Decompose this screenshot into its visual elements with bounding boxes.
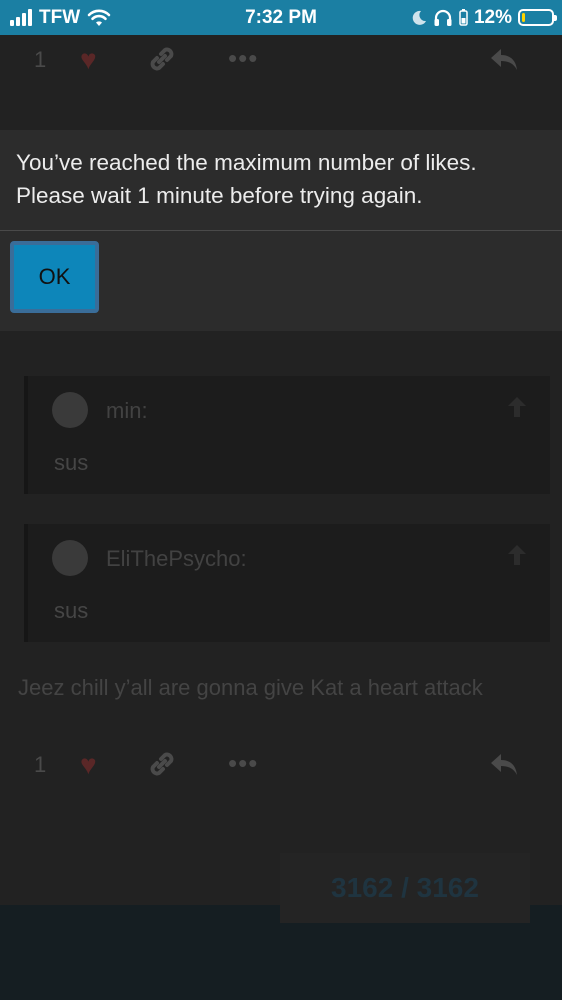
alert-dialog: You’ve reached the maximum number of lik…	[0, 130, 562, 331]
clock: 7:32 PM	[245, 6, 317, 28]
avatar[interactable]	[52, 540, 88, 576]
reply-icon[interactable]	[488, 43, 520, 75]
quote-username[interactable]: EliThePsycho:	[106, 546, 247, 572]
quote-text: sus	[54, 598, 89, 623]
more-icon[interactable]: •••	[228, 43, 258, 74]
topic-progress-label: 3162 / 3162	[331, 872, 479, 903]
quote-block: EliThePsycho: sus	[24, 524, 550, 642]
post-body: Jeez chill y’all are gonna give Kat a he…	[18, 675, 483, 700]
signal-icon	[10, 9, 32, 26]
arrow-up-icon[interactable]	[504, 394, 530, 420]
status-bar-left: TFW	[10, 0, 111, 35]
like-count: 1	[34, 752, 47, 777]
more-icon[interactable]: •••	[228, 748, 258, 779]
avatar[interactable]	[52, 392, 88, 428]
ok-button[interactable]: OK	[10, 241, 99, 313]
status-bar: TFW 7:32 PM 12%	[0, 0, 562, 35]
carrier-label: TFW	[39, 6, 81, 28]
arrow-up-icon[interactable]	[504, 542, 530, 568]
battery-percent: 12%	[473, 6, 512, 28]
quote-block: min: sus	[24, 376, 550, 494]
reply-icon[interactable]	[488, 748, 520, 780]
heart-icon[interactable]: ♥	[80, 45, 97, 75]
dialog-divider	[0, 230, 562, 231]
quote-text: sus	[54, 450, 89, 475]
like-count: 1	[34, 47, 47, 72]
post-actions-bottom: 1 ♥ •••	[0, 740, 562, 790]
link-icon[interactable]	[146, 748, 178, 780]
post-actions-top: 1 ♥ •••	[0, 35, 562, 85]
link-icon[interactable]	[146, 43, 178, 75]
battery-icon	[518, 9, 557, 26]
battery-level	[522, 13, 525, 22]
headphone-battery-icon	[459, 9, 468, 26]
headphones-icon	[434, 9, 452, 26]
heart-icon[interactable]: ♥	[80, 750, 97, 780]
moon-icon	[412, 10, 426, 25]
dialog-message: You’ve reached the maximum number of lik…	[16, 150, 477, 208]
wifi-icon	[87, 9, 111, 26]
quote-username[interactable]: min:	[106, 398, 148, 424]
status-bar-right: 12%	[411, 0, 557, 35]
topic-progress[interactable]: 3162 / 3162	[280, 853, 530, 923]
